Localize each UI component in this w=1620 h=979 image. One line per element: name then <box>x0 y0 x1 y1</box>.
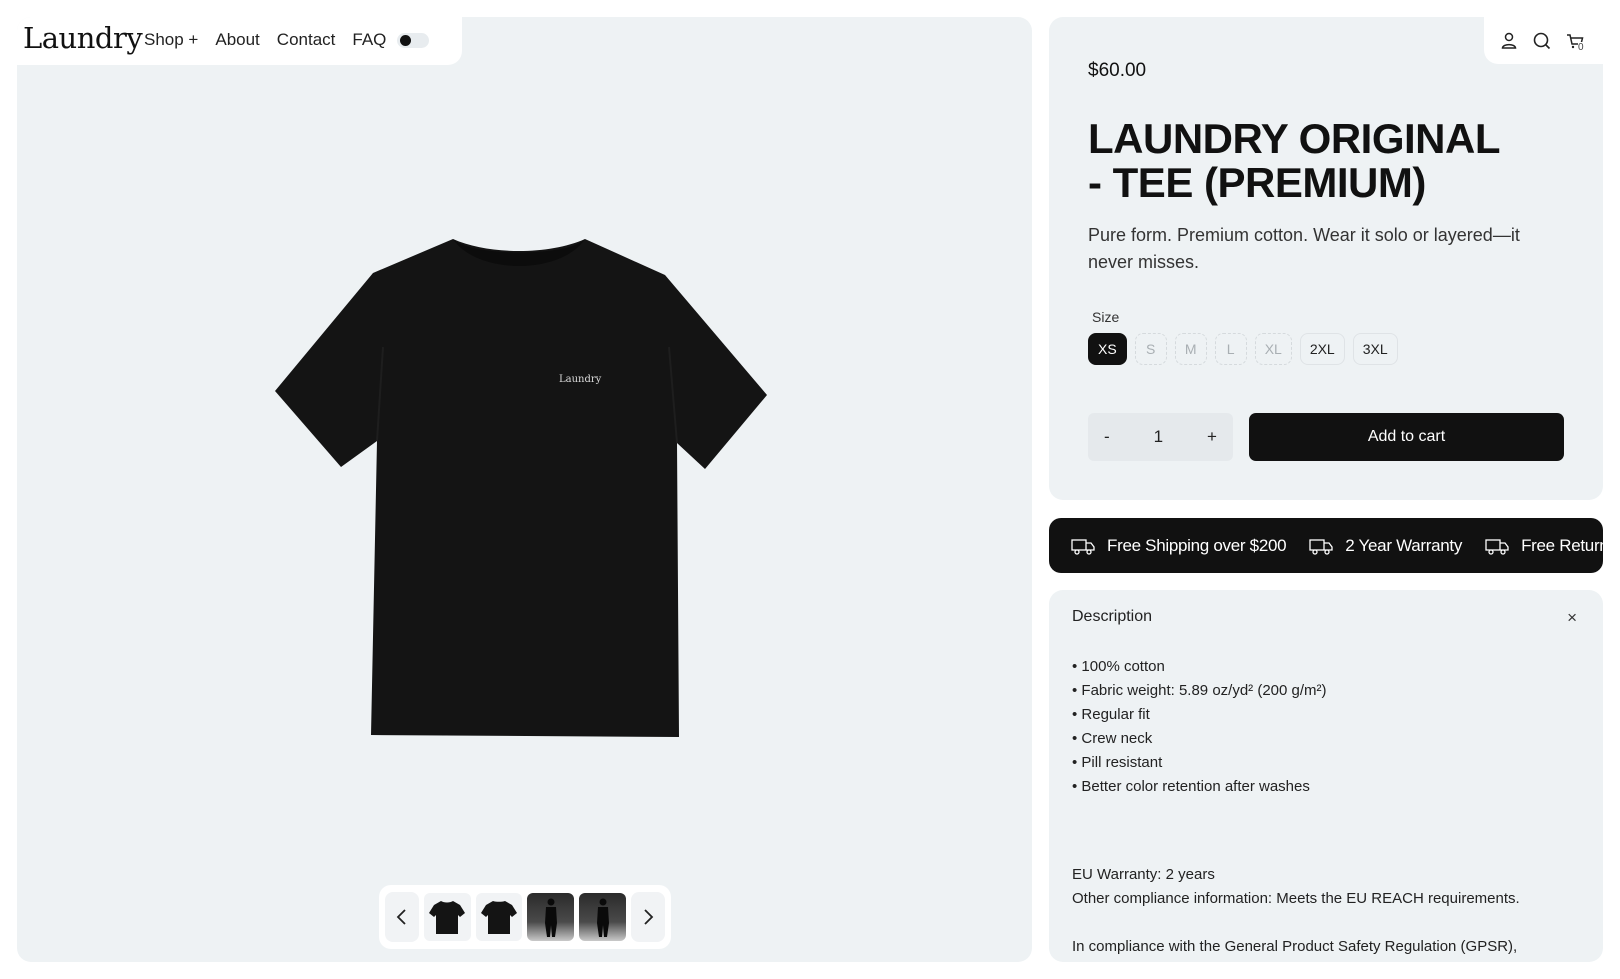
nav-faq[interactable]: FAQ <box>352 30 386 50</box>
header-actions: 0 <box>1484 17 1603 64</box>
feature-item: • Better color retention after washes <box>1072 778 1310 795</box>
size-option-s[interactable]: S <box>1134 333 1167 365</box>
tshirt-thumbnail-icon <box>429 901 466 934</box>
add-to-cart-button[interactable]: Add to cart <box>1249 413 1564 461</box>
truck-icon <box>1485 538 1509 555</box>
description-heading[interactable]: Description <box>1072 608 1152 626</box>
perk-free-shipping: Free Shipping over $200 <box>1071 535 1287 556</box>
quantity-stepper: - 1 + <box>1088 413 1233 461</box>
feature-list: • 100% cotton • Fabric weight: 5.89 oz/y… <box>1072 655 1327 799</box>
toggle-knob <box>400 35 411 46</box>
size-option-2xl[interactable]: 2XL <box>1299 333 1345 365</box>
product-title-line1: LAUNDRY ORIGINAL <box>1088 115 1501 162</box>
truck-icon <box>1309 538 1333 555</box>
size-option-m[interactable]: M <box>1174 333 1207 365</box>
model-thumbnail-icon <box>596 898 609 937</box>
nav-contact[interactable]: Contact <box>277 30 336 50</box>
main-product-image: Laundry <box>257 227 797 767</box>
feature-item: • Fabric weight: 5.89 oz/yd² (200 g/m²) <box>1072 682 1327 699</box>
perk-label: Free Returns <box>1521 535 1603 555</box>
prev-image-button[interactable] <box>385 892 419 942</box>
chevron-right-icon <box>644 909 654 925</box>
gpsr-text: In compliance with the General Product S… <box>1072 938 1518 955</box>
perk-label: Free Shipping over $200 <box>1107 535 1287 555</box>
product-title-line2: - TEE (PREMIUM) <box>1088 159 1426 206</box>
top-navigation: Laundry Shop + About Contact FAQ <box>17 17 462 65</box>
truck-icon <box>1071 538 1095 555</box>
brand-logo[interactable]: Laundry <box>23 21 143 55</box>
thumbnail-model-front[interactable] <box>527 893 575 941</box>
cart-count-badge: 0 <box>1578 42 1584 53</box>
tshirt-thumbnail-icon <box>481 901 518 934</box>
close-icon[interactable]: × <box>1567 608 1577 628</box>
product-description: Pure form. Premium cotton. Wear it solo … <box>1088 225 1520 272</box>
compliance-text: Other compliance information: Meets the … <box>1072 890 1520 907</box>
feature-item: • Regular fit <box>1072 706 1150 723</box>
compliance-info: EU Warranty: 2 years Other compliance in… <box>1072 863 1592 959</box>
feature-item: • Pill resistant <box>1072 754 1163 771</box>
quantity-decrease-button[interactable]: - <box>1104 427 1110 447</box>
shirt-print-text: Laundry <box>559 374 602 385</box>
product-title: LAUNDRY ORIGINAL - TEE (PREMIUM) <box>1088 117 1538 205</box>
feature-item: • Crew neck <box>1072 730 1153 747</box>
thumbnail-strip <box>379 885 671 949</box>
search-icon[interactable] <box>1531 30 1553 52</box>
nav-shop[interactable]: Shop + <box>144 30 198 50</box>
thumbnail-model-back[interactable] <box>579 893 627 941</box>
size-option-l[interactable]: L <box>1214 333 1247 365</box>
thumbnail-tee-front[interactable] <box>423 893 471 941</box>
warranty-text: EU Warranty: 2 years <box>1072 866 1215 883</box>
size-option-xl[interactable]: XL <box>1254 333 1292 365</box>
perk-free-returns: Free Returns <box>1485 536 1603 556</box>
nav-about[interactable]: About <box>215 30 259 50</box>
product-price: $60.00 <box>1088 60 1147 81</box>
thumbnail-tee-back[interactable] <box>475 893 523 941</box>
feature-item: • 100% cotton <box>1072 658 1165 675</box>
nav-links: Shop + About Contact FAQ <box>144 30 386 50</box>
chevron-left-icon <box>396 909 406 925</box>
perks-banner: Free Shipping over $200 2 Year Warranty … <box>1049 518 1603 573</box>
product-gallery: Laundry Shop + About Contact FAQ Laundry <box>17 17 1032 962</box>
next-image-button[interactable] <box>631 892 665 942</box>
quantity-value[interactable]: 1 <box>1154 427 1163 447</box>
perk-label: 2 Year Warranty <box>1345 535 1463 555</box>
size-selector: XS S M L XL 2XL 3XL <box>1088 333 1398 365</box>
theme-toggle[interactable] <box>397 33 429 48</box>
description-accordion: Description × • 100% cotton • Fabric wei… <box>1049 590 1603 962</box>
account-icon[interactable] <box>1498 30 1520 52</box>
perk-warranty: 2 Year Warranty <box>1309 536 1462 556</box>
size-option-xs[interactable]: XS <box>1088 333 1127 365</box>
model-thumbnail-icon <box>544 898 557 937</box>
quantity-increase-button[interactable]: + <box>1207 427 1217 447</box>
tshirt-image <box>275 239 767 737</box>
size-option-3xl[interactable]: 3XL <box>1352 333 1398 365</box>
size-label: Size <box>1092 309 1120 325</box>
